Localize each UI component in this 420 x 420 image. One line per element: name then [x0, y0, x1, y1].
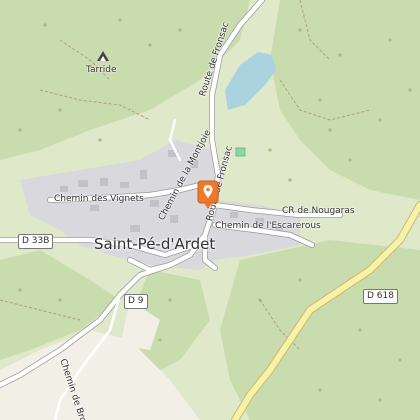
peak-icon	[97, 51, 109, 61]
road-shield-d9: D 9	[124, 294, 148, 309]
map-pin-icon	[197, 180, 219, 209]
peak-label-tarride: Tarride	[86, 65, 117, 75]
road-shield-d618: D 618	[363, 289, 398, 304]
road-label-chemin-vignets: Chemin des Vignets	[54, 194, 144, 204]
location-marker[interactable]	[197, 180, 219, 215]
town-label: Saint-Pé-d'Ardet	[94, 235, 216, 253]
road-label-chemin-escarerous: Chemin de l'Escarerous	[215, 221, 321, 231]
map-canvas[interactable]: Tarride Route de Fronsac Chemin des Vign…	[0, 0, 420, 420]
road-shield-d33b: D 33B	[18, 234, 54, 249]
road-label-cr-nougaras: CR de Nougaras	[282, 206, 355, 216]
